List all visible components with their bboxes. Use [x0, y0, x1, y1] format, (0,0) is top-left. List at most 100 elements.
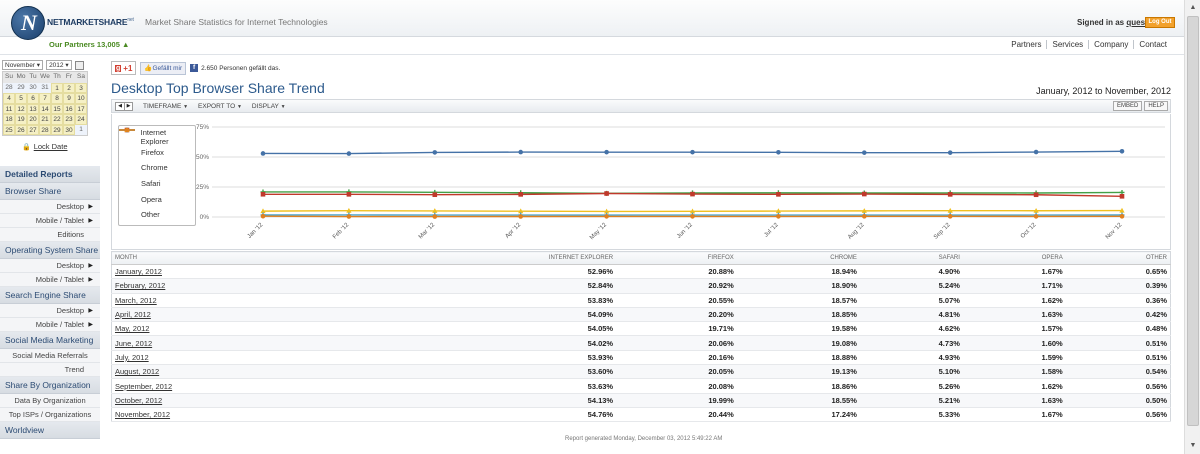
vertical-scrollbar[interactable]: ▲ ▼ — [1184, 0, 1200, 454]
timeframe-menu[interactable]: TIMEFRAME ▼ — [143, 103, 188, 110]
calendar-day[interactable]: 29 — [51, 124, 63, 135]
column-header[interactable]: FIREFOX — [616, 251, 737, 265]
sidebar-section-search-engine-share[interactable]: Search Engine Share — [0, 287, 100, 304]
calendar-day[interactable]: 17 — [75, 103, 87, 114]
calendar-day[interactable]: 12 — [15, 103, 27, 114]
calendar-day[interactable]: 30 — [27, 82, 39, 93]
calendar-day[interactable]: 2 — [63, 82, 75, 93]
calendar-day[interactable]: 1 — [51, 82, 63, 93]
legend-item[interactable]: Safari — [119, 127, 195, 192]
nav-partners[interactable]: Partners — [1006, 40, 1046, 49]
calendar-day[interactable]: 3 — [75, 82, 87, 93]
month-link[interactable]: September, 2012 — [111, 378, 352, 394]
column-header[interactable]: OTHER — [1065, 251, 1171, 265]
calendar-day[interactable]: 7 — [39, 93, 51, 104]
legend-item[interactable]: Other — [119, 127, 195, 223]
partners-count[interactable]: Our Partners 13,005 ▲ — [49, 40, 129, 49]
calendar-day[interactable]: 9 — [63, 93, 75, 104]
sidebar-section-browser-share[interactable]: Browser Share — [0, 183, 100, 200]
brand-name[interactable]: NETMARKETSHAREnet — [47, 17, 134, 27]
calendar-day[interactable]: 29 — [15, 82, 27, 93]
column-header[interactable]: OPERA — [962, 251, 1066, 265]
logo-icon[interactable]: N — [11, 6, 45, 40]
calendar-day[interactable]: 20 — [27, 114, 39, 125]
calendar-day[interactable]: 5 — [15, 93, 27, 104]
embed-button[interactable]: EMBED — [1112, 101, 1143, 111]
month-link[interactable]: May, 2012 — [111, 321, 352, 337]
export-menu[interactable]: EXPORT TO ▼ — [198, 103, 242, 110]
sidebar-item-desktop[interactable]: Desktop ▶ — [0, 259, 100, 273]
calendar-day[interactable]: 21 — [39, 114, 51, 125]
calendar-day[interactable]: 25 — [3, 124, 15, 135]
logout-button[interactable]: Log Out — [1145, 17, 1175, 28]
sidebar-item-desktop[interactable]: Desktop ▶ — [0, 304, 100, 318]
calendar-day[interactable]: 27 — [27, 124, 39, 135]
month-link[interactable]: February, 2012 — [111, 278, 352, 294]
calendar-day[interactable]: 23 — [63, 114, 75, 125]
calendar-day[interactable]: 13 — [27, 103, 39, 114]
month-link[interactable]: April, 2012 — [111, 307, 352, 323]
month-select[interactable]: November ▾ — [2, 60, 44, 70]
calendar-day[interactable]: 11 — [3, 103, 15, 114]
month-link[interactable]: January, 2012 — [111, 264, 352, 280]
lock-date-link[interactable]: 🔒 Lock Date — [22, 142, 68, 151]
nav-company[interactable]: Company — [1088, 40, 1134, 49]
calendar-day[interactable]: 30 — [63, 124, 75, 135]
column-header[interactable]: INTERNET EXPLORER — [351, 251, 617, 265]
sidebar-section-detailed-reports[interactable]: Detailed Reports — [0, 166, 100, 183]
column-header[interactable]: CHROME — [736, 251, 860, 265]
sidebar-item-top-isps-organizations[interactable]: Top ISPs / Organizations — [0, 408, 100, 422]
sidebar-item-mobile-tablet[interactable]: Mobile / Tablet ▶ — [0, 273, 100, 287]
legend-item[interactable]: Opera — [119, 127, 195, 207]
calendar-day[interactable]: 28 — [39, 124, 51, 135]
calendar-day[interactable]: 22 — [51, 114, 63, 125]
legend-item[interactable]: Firefox — [119, 127, 195, 161]
month-link[interactable]: June, 2012 — [111, 335, 352, 351]
column-header[interactable]: MONTH — [111, 251, 352, 265]
sidebar-section-worldview[interactable]: Worldview — [0, 422, 100, 439]
next-arrow-icon[interactable]: ▶ — [124, 102, 132, 110]
column-header[interactable]: SAFARI — [859, 251, 963, 265]
sidebar-section-operating-system-share[interactable]: Operating System Share — [0, 242, 100, 259]
calendar-day[interactable]: 18 — [3, 114, 15, 125]
calendar-day[interactable]: 10 — [75, 93, 87, 104]
month-link[interactable]: November, 2012 — [111, 407, 352, 423]
calendar-day[interactable]: 16 — [63, 103, 75, 114]
calendar-day[interactable]: 1 — [75, 124, 87, 135]
scroll-up-icon[interactable]: ▲ — [1187, 2, 1199, 14]
sidebar-section-social-media-marketing[interactable]: Social Media Marketing — [0, 332, 100, 349]
sidebar-item-mobile-tablet[interactable]: Mobile / Tablet ▶ — [0, 214, 100, 228]
calendar-day[interactable]: 31 — [39, 82, 51, 93]
scroll-thumb[interactable] — [1187, 16, 1199, 426]
calendar-icon[interactable] — [74, 60, 84, 70]
calendar-day[interactable]: 14 — [39, 103, 51, 114]
month-link[interactable]: October, 2012 — [111, 393, 352, 408]
calendar-day[interactable]: 19 — [15, 114, 27, 125]
calendar-day[interactable]: 6 — [27, 93, 39, 104]
facebook-like-button[interactable]: 👍 Gefällt mir — [140, 61, 187, 75]
year-select[interactable]: 2012 ▾ — [46, 60, 72, 70]
sidebar-item-trend[interactable]: Trend — [0, 363, 100, 377]
month-link[interactable]: July, 2012 — [111, 350, 352, 366]
legend-item[interactable]: Chrome — [119, 127, 195, 176]
nav-services[interactable]: Services — [1046, 40, 1089, 49]
sidebar-item-data-by-organization[interactable]: Data By Organization — [0, 394, 100, 408]
display-menu[interactable]: DISPLAY ▼ — [252, 103, 286, 110]
sidebar-item-mobile-tablet[interactable]: Mobile / Tablet ▶ — [0, 318, 100, 332]
sidebar-item-desktop[interactable]: Desktop ▶ — [0, 200, 100, 214]
calendar-day[interactable]: 24 — [75, 114, 87, 125]
nav-contact[interactable]: Contact — [1133, 40, 1172, 49]
prev-arrow-icon[interactable]: ◀ — [116, 102, 124, 110]
scroll-down-icon[interactable]: ▼ — [1187, 440, 1199, 452]
calendar-day[interactable]: 4 — [3, 93, 15, 104]
calendar-day[interactable]: 15 — [51, 103, 63, 114]
sidebar-section-share-by-organization[interactable]: Share By Organization — [0, 377, 100, 394]
month-link[interactable]: August, 2012 — [111, 364, 352, 380]
calendar-day[interactable]: 26 — [15, 124, 27, 135]
google-plus-button[interactable]: g +1 — [111, 61, 137, 75]
month-link[interactable]: March, 2012 — [111, 293, 352, 308]
sidebar-item-social-media-referrals[interactable]: Social Media Referrals — [0, 349, 100, 363]
calendar-day[interactable]: 28 — [3, 82, 15, 93]
help-button[interactable]: HELP — [1144, 101, 1168, 111]
calendar-day[interactable]: 8 — [51, 93, 63, 104]
